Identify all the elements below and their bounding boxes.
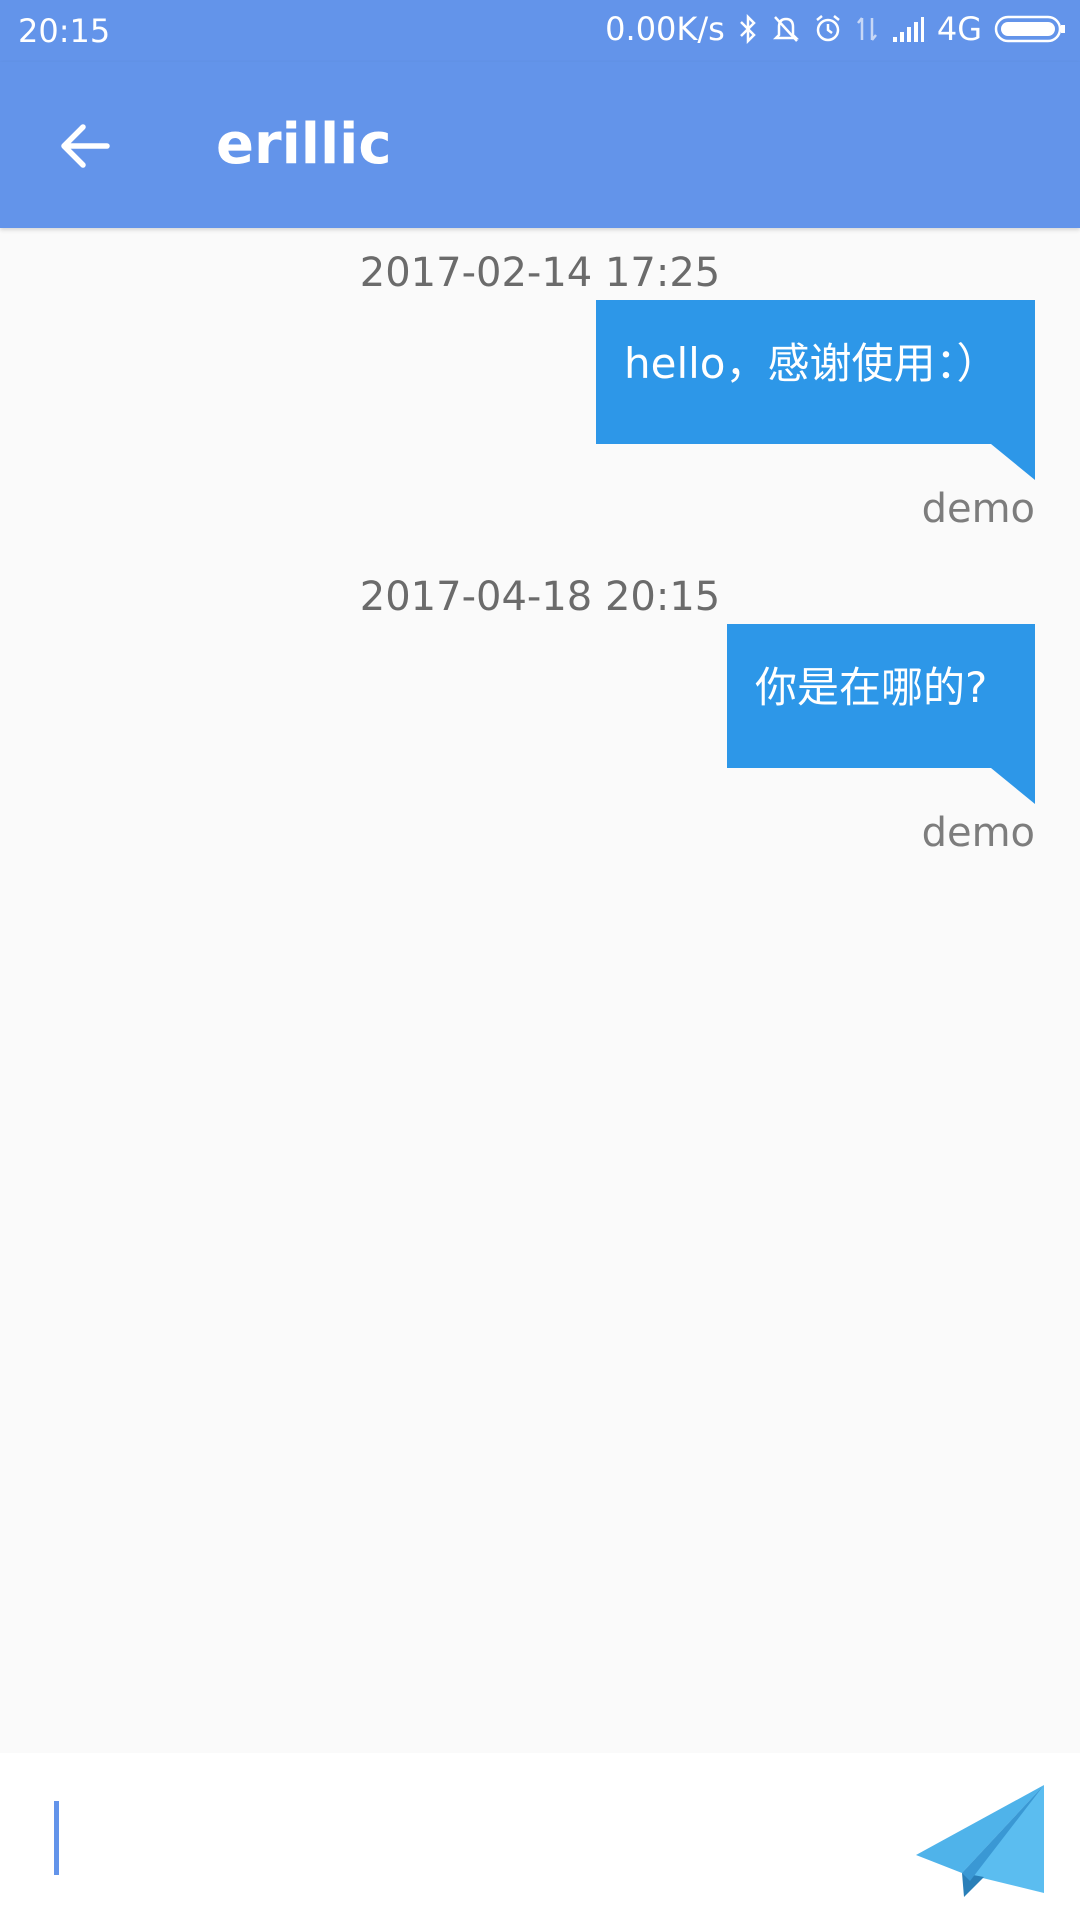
bluetooth-icon <box>737 14 759 44</box>
paper-plane-icon <box>916 1785 1044 1897</box>
bell-muted-icon <box>771 13 801 45</box>
composer-bar <box>0 1753 1080 1920</box>
back-button[interactable] <box>40 106 130 186</box>
text-cursor <box>54 1801 59 1875</box>
message-sender: demo <box>921 486 1035 532</box>
network-type: 4G <box>936 10 982 48</box>
alarm-icon <box>813 13 843 45</box>
message-list[interactable]: 2017-02-14 17:25 hello，感谢使用：） demo 2017-… <box>0 228 1080 1753</box>
message-sender: demo <box>921 810 1035 856</box>
data-transfer-icon <box>855 14 879 44</box>
bubble-tail <box>991 444 1035 480</box>
message-timestamp: 2017-04-18 20:15 <box>359 574 721 620</box>
battery-icon <box>994 14 1066 44</box>
message-bubble[interactable]: 你是在哪的? <box>727 624 1035 768</box>
bubble-tail <box>991 768 1035 804</box>
network-speed: 0.00K/s <box>605 10 725 48</box>
status-bar: 20:15 0.00K/s 4G <box>0 0 1080 62</box>
chat-title: erillic <box>216 112 392 177</box>
signal-icon <box>891 15 925 43</box>
status-icons: 0.00K/s 4G <box>605 10 1066 48</box>
message-input[interactable] <box>50 1799 874 1881</box>
message-timestamp: 2017-02-14 17:25 <box>359 250 721 296</box>
message-bubble[interactable]: hello，感谢使用：） <box>596 300 1035 444</box>
message-text: hello，感谢使用：） <box>624 339 999 388</box>
arrow-left-icon <box>61 124 110 168</box>
app-bar: erillic <box>0 62 1080 228</box>
status-time: 20:15 <box>18 12 111 50</box>
message-text: 你是在哪的? <box>755 663 988 712</box>
send-button[interactable] <box>912 1781 1048 1897</box>
